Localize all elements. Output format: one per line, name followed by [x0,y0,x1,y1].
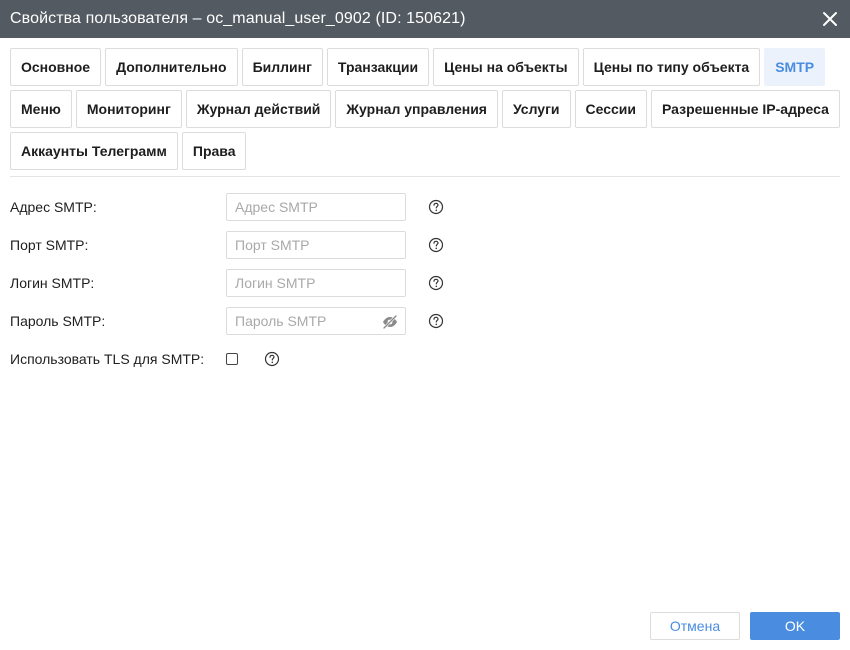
help-icon[interactable] [428,237,444,253]
tab-divider [10,176,840,177]
smtp-address-row: Адрес SMTP: [10,193,840,221]
close-icon[interactable] [820,9,840,29]
tab-14[interactable]: Аккаунты Телеграмм [10,132,178,170]
ok-button[interactable]: OK [750,612,840,640]
tab-13[interactable]: Разрешенные IP-адреса [651,90,840,128]
smtp-password-label: Пароль SMTP: [10,313,106,329]
tab-3[interactable]: Транзакции [326,48,430,86]
user-properties-dialog: Свойства пользователя – oc_manual_user_0… [0,0,850,650]
help-icon[interactable] [428,313,444,329]
dialog-title: Свойства пользователя – oc_manual_user_0… [10,10,466,27]
smtp-tls-row: Использовать TLS для SMTP: [10,345,840,373]
smtp-login-label: Логин SMTP: [10,275,95,291]
eye-off-icon[interactable] [381,313,399,331]
smtp-password-field [226,307,406,335]
tab-15[interactable]: Права [181,132,247,170]
help-icon[interactable] [428,275,444,291]
tab-4[interactable]: Цены на объекты [433,48,579,86]
smtp-port-input[interactable] [227,232,405,258]
smtp-port-label: Порт SMTP: [10,237,89,253]
smtp-address-input[interactable] [227,194,405,220]
tab-2[interactable]: Биллинг [241,48,323,86]
help-icon[interactable] [428,199,444,215]
tab-7[interactable]: Меню [10,90,72,128]
smtp-port-field [226,231,406,259]
cancel-button[interactable]: Отмена [650,612,740,640]
tab-8[interactable]: Мониторинг [75,90,182,128]
smtp-address-label: Адрес SMTP: [10,199,97,215]
tab-11[interactable]: Услуги [501,90,571,128]
smtp-login-input[interactable] [227,270,405,296]
tab-10[interactable]: Журнал управления [335,90,498,128]
smtp-address-field [226,193,406,221]
tab-0[interactable]: Основное [10,48,102,86]
dialog-footer: Отмена OK [0,612,850,640]
tab-5[interactable]: Цены по типу объекта [582,48,761,86]
help-icon[interactable] [264,351,280,367]
tab-bar: Основное Дополнительно Биллинг Транзакции Це… [10,48,840,170]
tab-1[interactable]: Дополнительно [105,48,238,86]
smtp-login-field [226,269,406,297]
tab-6[interactable]: SMTP [764,48,826,86]
smtp-password-input[interactable] [227,308,405,334]
tab-12[interactable]: Сессии [574,90,648,128]
dialog-titlebar: Свойства пользователя – oc_manual_user_0… [0,0,850,38]
smtp-login-row: Логин SMTP: [10,269,840,297]
tab-9[interactable]: Журнал действий [185,90,332,128]
smtp-tls-label: Использовать TLS для SMTP: [10,351,205,367]
smtp-port-row: Порт SMTP: [10,231,840,259]
smtp-tls-checkbox[interactable] [226,353,238,365]
smtp-password-row: Пароль SMTP: [10,307,840,335]
